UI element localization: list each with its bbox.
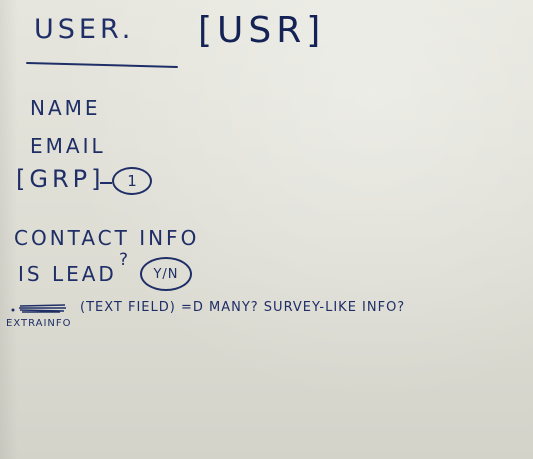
field-extra-info-label: EXTRAINFO: [6, 318, 72, 329]
title-underline: [25, 62, 179, 68]
entity-title: USER.: [34, 14, 135, 45]
is-lead-question-mark: ?: [119, 250, 129, 270]
field-email-label: EMAIL: [30, 134, 106, 158]
is-lead-value-badge: Y/N: [140, 257, 192, 291]
field-is-lead-label: IS LEAD: [18, 262, 117, 286]
group-cardinality-badge: 1: [112, 167, 152, 195]
group-link-dash: [100, 182, 112, 184]
paper-sheet: USER. [USR] NAME EMAIL [GRP] 1 CONTACT I…: [0, 0, 533, 459]
field-extra-info-note: (TEXT FIELD) =D MANY? SURVEY-LIKE INFO?: [80, 300, 406, 315]
entity-tag: [USR]: [198, 10, 326, 51]
crossed-out-scribble: [11, 304, 66, 313]
field-contact-info-label: CONTACT INFO: [14, 226, 200, 250]
field-name-label: NAME: [30, 96, 101, 120]
field-group-label: [GRP]: [16, 165, 105, 193]
